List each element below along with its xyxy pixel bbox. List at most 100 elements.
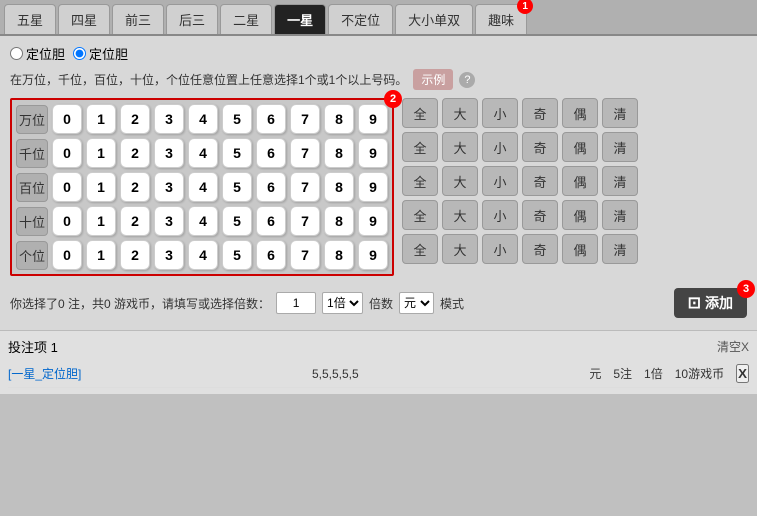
- shiwei-odd[interactable]: 奇: [522, 200, 558, 230]
- gewei-5[interactable]: 5: [222, 240, 252, 270]
- qianwei-7[interactable]: 7: [290, 138, 320, 168]
- baiwei-7[interactable]: 7: [290, 172, 320, 202]
- wanwei-0[interactable]: 0: [52, 104, 82, 134]
- qianwei-big[interactable]: 大: [442, 132, 478, 162]
- shiwei-1[interactable]: 1: [86, 206, 116, 236]
- info-bar: 你选择了0 注，共0 游戏币，请填写或选择倍数： 1倍 倍数 元 模式 ⊡ 添加…: [10, 284, 747, 322]
- gewei-2[interactable]: 2: [120, 240, 150, 270]
- gewei-4[interactable]: 4: [188, 240, 218, 270]
- qianwei-8[interactable]: 8: [324, 138, 354, 168]
- baiwei-0[interactable]: 0: [52, 172, 82, 202]
- shiwei-9[interactable]: 9: [358, 206, 388, 236]
- shiwei-4[interactable]: 4: [188, 206, 218, 236]
- gewei-small[interactable]: 小: [482, 234, 518, 264]
- gewei-1[interactable]: 1: [86, 240, 116, 270]
- wanwei-3[interactable]: 3: [154, 104, 184, 134]
- gewei-3[interactable]: 3: [154, 240, 184, 270]
- qianwei-4[interactable]: 4: [188, 138, 218, 168]
- example-button[interactable]: 示例: [413, 69, 453, 90]
- shiwei-6[interactable]: 6: [256, 206, 286, 236]
- wanwei-odd[interactable]: 奇: [522, 98, 558, 128]
- qianwei-all[interactable]: 全: [402, 132, 438, 162]
- shiwei-big[interactable]: 大: [442, 200, 478, 230]
- shiwei-all[interactable]: 全: [402, 200, 438, 230]
- shiwei-even[interactable]: 偶: [562, 200, 598, 230]
- baiwei-1[interactable]: 1: [86, 172, 116, 202]
- qianwei-odd[interactable]: 奇: [522, 132, 558, 162]
- wanwei-even[interactable]: 偶: [562, 98, 598, 128]
- wanwei-9[interactable]: 9: [358, 104, 388, 134]
- bet-delete-button[interactable]: X: [736, 364, 749, 383]
- gewei-odd[interactable]: 奇: [522, 234, 558, 264]
- baiwei-8[interactable]: 8: [324, 172, 354, 202]
- shiwei-7[interactable]: 7: [290, 206, 320, 236]
- tab-wuxing[interactable]: 五星: [4, 4, 56, 34]
- gewei-7[interactable]: 7: [290, 240, 320, 270]
- qianwei-6[interactable]: 6: [256, 138, 286, 168]
- qianwei-even[interactable]: 偶: [562, 132, 598, 162]
- qianwei-1[interactable]: 1: [86, 138, 116, 168]
- wanwei-6[interactable]: 6: [256, 104, 286, 134]
- clear-all-button[interactable]: 清空X: [717, 338, 749, 355]
- tab-budingwei[interactable]: 不定位: [328, 4, 393, 34]
- wanwei-small[interactable]: 小: [482, 98, 518, 128]
- tab-qiansan[interactable]: 前三: [112, 4, 164, 34]
- gewei-all[interactable]: 全: [402, 234, 438, 264]
- baiwei-3[interactable]: 3: [154, 172, 184, 202]
- gewei-6[interactable]: 6: [256, 240, 286, 270]
- wanwei-8[interactable]: 8: [324, 104, 354, 134]
- qianwei-3[interactable]: 3: [154, 138, 184, 168]
- tab-sixing[interactable]: 四星: [58, 4, 110, 34]
- tab-yixing[interactable]: 一星: [274, 4, 326, 34]
- shiwei-2[interactable]: 2: [120, 206, 150, 236]
- multiplier-input[interactable]: [276, 292, 316, 314]
- shiwei-clear[interactable]: 清: [602, 200, 638, 230]
- gewei-big[interactable]: 大: [442, 234, 478, 264]
- baiwei-clear[interactable]: 清: [602, 166, 638, 196]
- qianwei-0[interactable]: 0: [52, 138, 82, 168]
- qianwei-small[interactable]: 小: [482, 132, 518, 162]
- shiwei-small[interactable]: 小: [482, 200, 518, 230]
- times-select[interactable]: 1倍: [322, 292, 363, 314]
- wanwei-2[interactable]: 2: [120, 104, 150, 134]
- wanwei-4[interactable]: 4: [188, 104, 218, 134]
- gewei-8[interactable]: 8: [324, 240, 354, 270]
- baiwei-even[interactable]: 偶: [562, 166, 598, 196]
- baiwei-big[interactable]: 大: [442, 166, 478, 196]
- shiwei-8[interactable]: 8: [324, 206, 354, 236]
- gewei-even[interactable]: 偶: [562, 234, 598, 264]
- baiwei-5[interactable]: 5: [222, 172, 252, 202]
- baiwei-odd[interactable]: 奇: [522, 166, 558, 196]
- baiwei-6[interactable]: 6: [256, 172, 286, 202]
- qianwei-9[interactable]: 9: [358, 138, 388, 168]
- help-icon[interactable]: ?: [459, 72, 475, 88]
- gewei-0[interactable]: 0: [52, 240, 82, 270]
- wanwei-5[interactable]: 5: [222, 104, 252, 134]
- tab-erxing[interactable]: 二星: [220, 4, 272, 34]
- qianwei-clear[interactable]: 清: [602, 132, 638, 162]
- shiwei-0[interactable]: 0: [52, 206, 82, 236]
- qianwei-2[interactable]: 2: [120, 138, 150, 168]
- baiwei-9[interactable]: 9: [358, 172, 388, 202]
- wanwei-all[interactable]: 全: [402, 98, 438, 128]
- baiwei-all[interactable]: 全: [402, 166, 438, 196]
- baiwei-2[interactable]: 2: [120, 172, 150, 202]
- radio-dingweidan1[interactable]: 定位胆: [10, 44, 65, 63]
- currency-select[interactable]: 元: [399, 292, 434, 314]
- wanwei-big[interactable]: 大: [442, 98, 478, 128]
- wanwei-clear[interactable]: 清: [602, 98, 638, 128]
- wanwei-1[interactable]: 1: [86, 104, 116, 134]
- add-button[interactable]: ⊡ 添加: [674, 288, 747, 318]
- baiwei-4[interactable]: 4: [188, 172, 218, 202]
- tab-housan[interactable]: 后三: [166, 4, 218, 34]
- gewei-clear[interactable]: 清: [602, 234, 638, 264]
- gewei-9[interactable]: 9: [358, 240, 388, 270]
- baiwei-small[interactable]: 小: [482, 166, 518, 196]
- tab-daxiaodanshuang[interactable]: 大小单双: [395, 4, 473, 34]
- bet-scroll-area[interactable]: [一星_定位胆] 5,5,5,5,5 元 5注 1倍 10游戏币 X: [8, 360, 749, 388]
- shiwei-5[interactable]: 5: [222, 206, 252, 236]
- shiwei-3[interactable]: 3: [154, 206, 184, 236]
- radio-dingweidan2[interactable]: 定位胆: [73, 44, 128, 63]
- qianwei-5[interactable]: 5: [222, 138, 252, 168]
- wanwei-7[interactable]: 7: [290, 104, 320, 134]
